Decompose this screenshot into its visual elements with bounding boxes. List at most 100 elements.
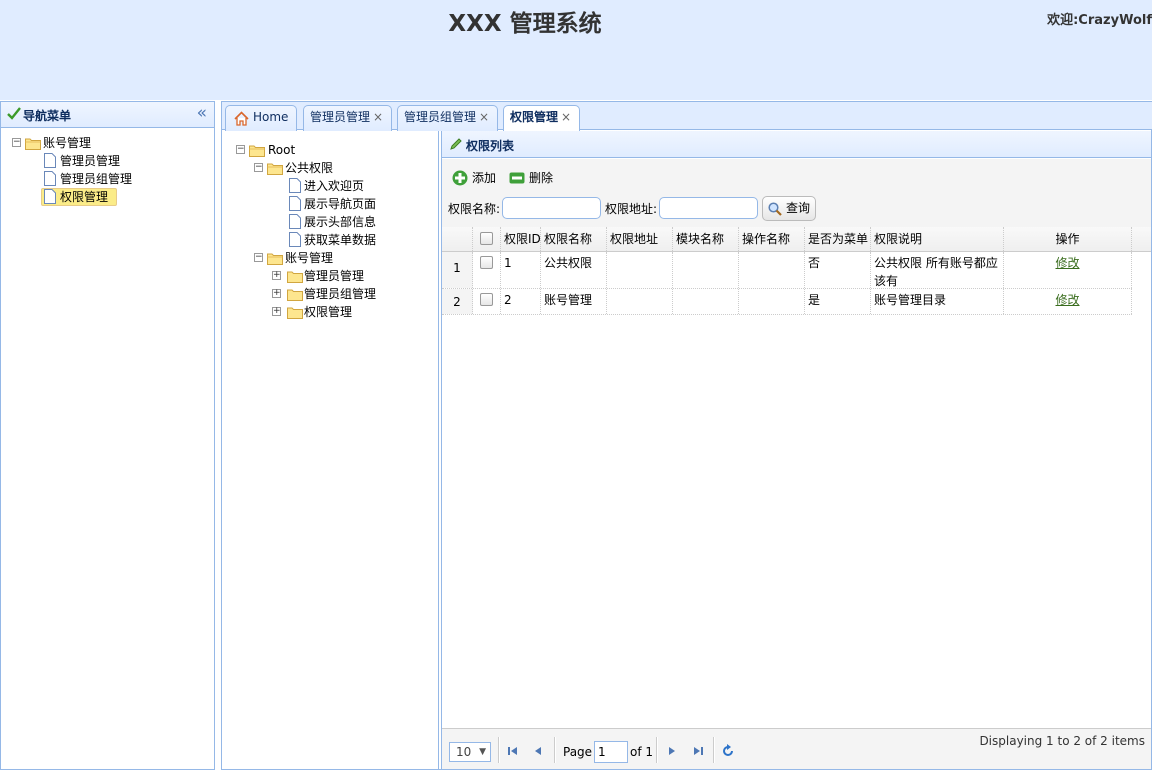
folder-icon <box>287 289 303 301</box>
search-button-label: 查询 <box>786 201 811 215</box>
tree-node-collapsed[interactable]: + 管理员管理 <box>271 267 436 285</box>
first-page-icon[interactable] <box>505 743 521 759</box>
expand-node-icon[interactable]: + <box>272 271 281 280</box>
tab-permission[interactable]: 权限管理 × <box>503 105 580 132</box>
row-checkbox[interactable] <box>473 289 501 314</box>
column-header[interactable]: 权限说明 <box>871 227 1004 251</box>
tree-leaf-label: 获取菜单数据 <box>304 233 377 247</box>
next-page-icon[interactable] <box>664 743 680 759</box>
nav-item-label: 管理员管理 <box>60 154 121 168</box>
tabs-container: Home 管理员管理 × 管理员组管理 × 权限管理 × − Root − 公共权限 … <box>221 101 1152 770</box>
nav-tree-root[interactable]: − 账号管理 <box>9 134 209 152</box>
welcome-text: 欢迎:CrazyWolf <box>1047 13 1152 28</box>
cell-operation: 修改 <box>1004 289 1132 314</box>
pager-separator <box>713 737 715 763</box>
close-icon[interactable]: × <box>479 110 489 124</box>
permission-grid-panel: 权限列表 添加 删除 权限名称: 权限地址: 查询 权限ID 权限名称 权限地址… <box>441 131 1152 770</box>
cell-action <box>739 252 805 288</box>
page-label: Page <box>563 745 593 759</box>
name-search-input[interactable] <box>502 197 601 219</box>
tab-admin[interactable]: 管理员管理 × <box>303 105 392 131</box>
close-icon[interactable]: × <box>561 110 571 124</box>
row-checkbox[interactable] <box>473 252 501 288</box>
column-header[interactable]: 操作 <box>1004 227 1132 251</box>
collapse-node-icon[interactable]: − <box>236 145 245 154</box>
file-icon <box>44 171 56 186</box>
tab-home[interactable]: Home <box>225 105 297 131</box>
collapse-left-icon[interactable]: « <box>197 104 207 122</box>
folder-icon <box>287 307 303 319</box>
column-header[interactable]: 模块名称 <box>673 227 739 251</box>
pager-separator <box>498 737 500 763</box>
home-icon <box>234 111 249 126</box>
nav-item-label: 权限管理 <box>60 190 109 204</box>
page-number-input[interactable]: 1 <box>594 741 628 763</box>
file-icon <box>44 153 56 168</box>
folder-open-icon <box>267 253 283 265</box>
column-header[interactable]: 权限ID <box>501 227 541 251</box>
search-icon <box>768 202 782 216</box>
select-all-checkbox[interactable] <box>473 227 501 251</box>
page-size-value: 10 <box>456 745 472 759</box>
folder-icon <box>287 271 303 283</box>
prev-page-icon[interactable] <box>530 743 546 759</box>
nav-item-permission[interactable]: 权限管理 <box>9 188 209 206</box>
page-size-select[interactable]: 10 ▼ <box>449 742 491 762</box>
tree-node-label: 账号管理 <box>285 251 334 265</box>
tree-node-collapsed[interactable]: + 权限管理 <box>271 303 436 321</box>
tree-leaf[interactable]: 获取菜单数据 <box>286 231 436 249</box>
close-icon[interactable]: × <box>373 110 383 124</box>
delete-label: 删除 <box>529 171 554 185</box>
column-header[interactable]: 权限地址 <box>607 227 673 251</box>
collapse-node-icon[interactable]: − <box>12 138 21 147</box>
nav-title: 导航菜单 <box>23 109 72 123</box>
cell-operation: 修改 <box>1004 252 1132 288</box>
grid-title: 权限列表 <box>466 139 515 153</box>
nav-item-admin-group[interactable]: 管理员组管理 <box>9 170 209 188</box>
tab-admin-group[interactable]: 管理员组管理 × <box>397 105 498 131</box>
column-header[interactable]: 操作名称 <box>739 227 805 251</box>
tree-leaf[interactable]: 展示导航页面 <box>286 195 436 213</box>
cell-module <box>673 289 739 314</box>
tab-home-label: Home <box>253 110 289 124</box>
check-icon <box>7 107 21 120</box>
rownum-header <box>442 227 473 251</box>
url-search-input[interactable] <box>659 197 758 219</box>
last-page-icon[interactable] <box>690 743 706 759</box>
refresh-icon[interactable] <box>720 743 736 759</box>
tree-leaf[interactable]: 展示头部信息 <box>286 213 436 231</box>
tree-node-account[interactable]: − 账号管理 <box>253 249 433 267</box>
table-row[interactable]: 1 1 公共权限 否 公共权限 所有账号都应该有 修改 <box>442 252 1132 289</box>
cell-is-menu: 是 <box>805 289 871 314</box>
url-search-label: 权限地址: <box>605 202 658 216</box>
column-header[interactable]: 权限名称 <box>541 227 607 251</box>
cell-id: 2 <box>501 289 541 314</box>
tree-node-collapsed[interactable]: + 管理员组管理 <box>271 285 436 303</box>
collapse-node-icon[interactable]: − <box>254 163 263 172</box>
pagination-bar: 10 ▼ Page 1 of 1 Displaying 1 to 2 of 2 … <box>442 728 1151 769</box>
tree-leaf-label: 进入欢迎页 <box>304 179 365 193</box>
tree-leaf[interactable]: 进入欢迎页 <box>286 177 436 195</box>
pager-separator <box>656 737 658 763</box>
tree-root[interactable]: − Root <box>235 141 435 159</box>
expand-node-icon[interactable]: + <box>272 307 281 316</box>
table-row[interactable]: 2 2 账号管理 是 账号管理目录 修改 <box>442 289 1132 315</box>
tree-node-public[interactable]: − 公共权限 <box>253 159 433 177</box>
tabs-bar: Home 管理员管理 × 管理员组管理 × 权限管理 × <box>222 101 1152 132</box>
nav-item-admin[interactable]: 管理员管理 <box>9 152 209 170</box>
search-button[interactable]: 查询 <box>762 196 816 221</box>
nav-item-label: 管理员组管理 <box>60 172 133 186</box>
tree-node-label: 管理员组管理 <box>304 287 377 301</box>
column-header[interactable]: 是否为菜单 <box>805 227 871 251</box>
pencil-icon <box>450 138 462 150</box>
name-search-label: 权限名称: <box>448 202 501 216</box>
tab-permission-label: 权限管理 <box>510 110 559 124</box>
expand-node-icon[interactable]: + <box>272 289 281 298</box>
file-icon <box>289 214 301 229</box>
folder-open-icon <box>249 145 265 157</box>
tree-leaf-label: 展示导航页面 <box>304 197 377 211</box>
collapse-node-icon[interactable]: − <box>254 253 263 262</box>
edit-link[interactable]: 修改 <box>1055 256 1079 270</box>
edit-link[interactable]: 修改 <box>1055 293 1079 307</box>
top-header: XXX 管理系统 欢迎:CrazyWolf <box>0 0 1152 100</box>
